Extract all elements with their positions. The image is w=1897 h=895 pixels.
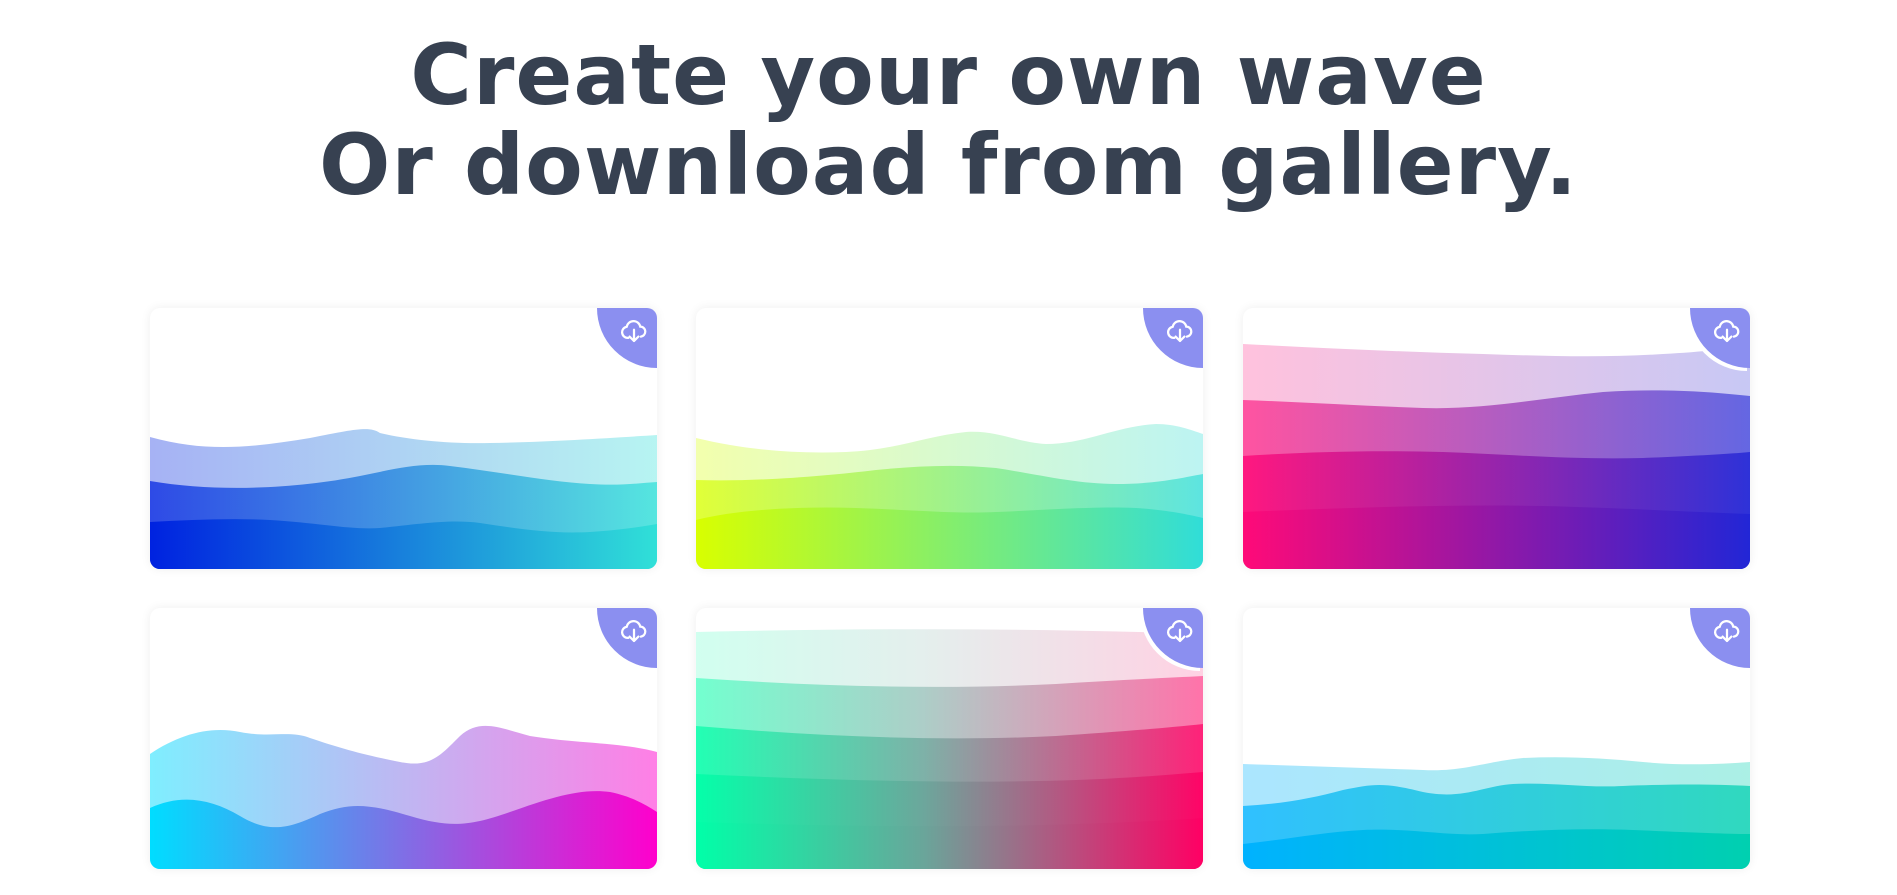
gallery-card-cyan-magenta[interactable] [150, 608, 657, 869]
wave-preview [150, 429, 657, 569]
cloud-download-icon [1167, 320, 1193, 343]
cloud-download-icon [1714, 320, 1740, 343]
cloud-download-icon [621, 620, 647, 643]
wave-preview [1243, 344, 1750, 569]
cloud-download-icon [1167, 620, 1193, 643]
title-line-download: Or download from gallery. [318, 116, 1579, 214]
page-title: Create your own wave Or download from ga… [0, 30, 1897, 210]
gallery-card-lime-teal[interactable] [696, 308, 1203, 569]
gallery-card-sky-teal[interactable] [1243, 608, 1750, 869]
gallery-card-blue-cyan[interactable] [150, 308, 657, 569]
wave-preview [150, 725, 657, 869]
gallery-card-pink-indigo[interactable] [1243, 308, 1750, 569]
cloud-download-icon [1714, 620, 1740, 643]
cloud-download-icon [621, 320, 647, 343]
wave-preview [696, 629, 1203, 869]
wave-preview [1243, 757, 1750, 869]
wave-preview [696, 424, 1203, 569]
title-line-create: Create your own wave [410, 26, 1487, 124]
gallery-card-green-pink[interactable] [696, 608, 1203, 869]
